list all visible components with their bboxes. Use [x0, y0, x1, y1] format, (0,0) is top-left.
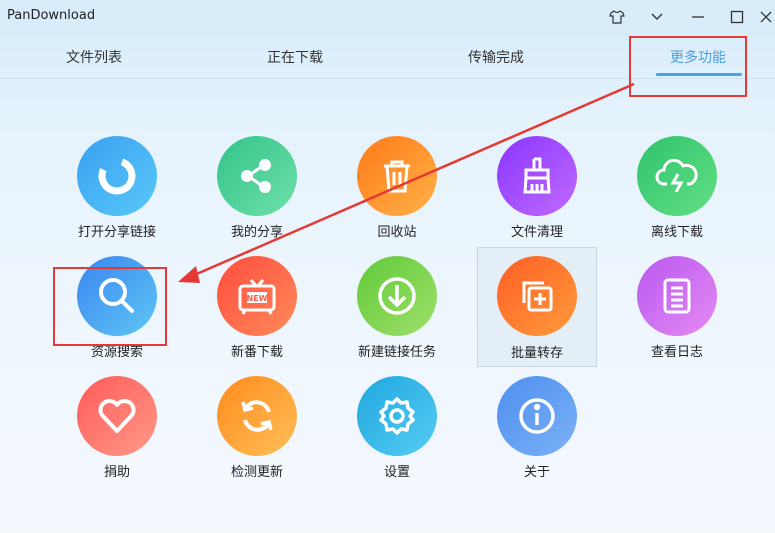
annotation-arrow: [178, 82, 635, 283]
